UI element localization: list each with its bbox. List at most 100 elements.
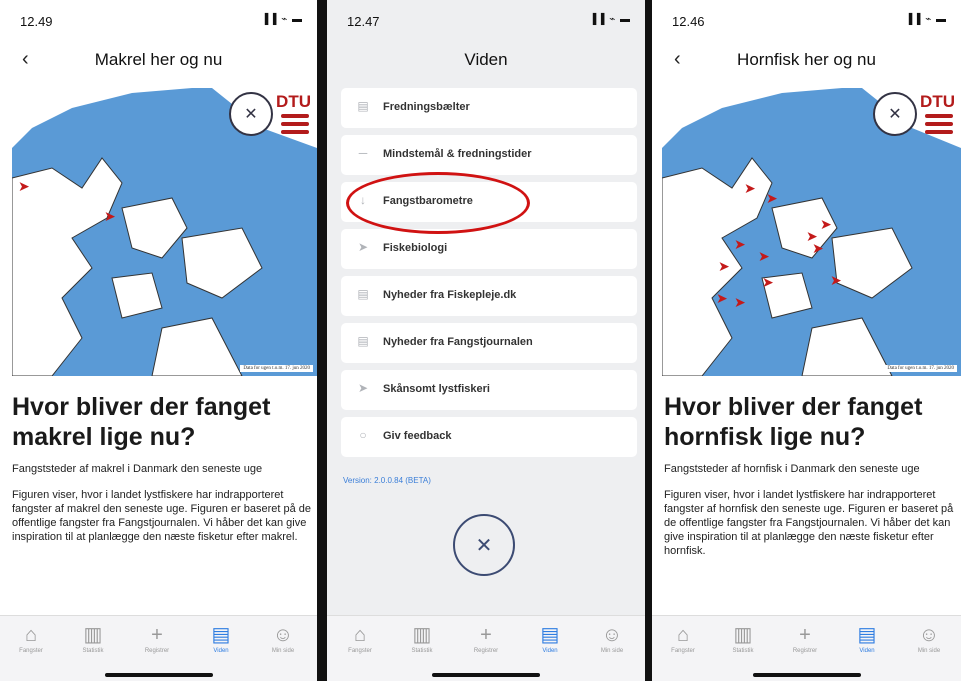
home-indicator <box>104 673 213 677</box>
denmark-map <box>12 88 317 376</box>
tab-statistik[interactable]: ▥ Statistik <box>397 622 447 654</box>
menu-item-mindstemaal[interactable]: ─ Mindstemål & fredningstider <box>341 135 637 175</box>
menu-item-fredningsbaelter[interactable]: ▤ Fredningsbælter <box>341 88 637 128</box>
tab-min-side[interactable]: ☺ Min side <box>587 622 637 654</box>
tab-fangster[interactable]: ⌂ Fangster <box>6 622 56 654</box>
tab-label: Statistik <box>411 648 433 654</box>
knowledge-menu: ▤ Fredningsbælter ─ Mindstemål & frednings… <box>341 88 637 464</box>
tab-label: Registrer <box>473 648 499 654</box>
menu-item-fiskepleje[interactable]: ▤ Nyheder fra Fiskepleje.dk <box>341 276 637 316</box>
nav-bar: Viden <box>327 40 645 80</box>
page-title: Viden <box>464 50 508 69</box>
tab-bar: ⌂ Fangster ▥ Statistik + Registrer ▤ Viden ☺… <box>327 615 645 681</box>
menu-item-label: Fiskebiologi <box>383 242 448 254</box>
headline: Hvor bliver der fanget makrel lige nu? <box>12 393 271 451</box>
highlight-annotation <box>346 172 530 234</box>
home-indicator <box>432 673 540 677</box>
fish-marker-icon: ➤ <box>734 236 746 252</box>
fangstjournalen-logo-icon: ✕ <box>453 514 515 576</box>
menu-item-feedback[interactable]: ○ Giv feedback <box>341 417 637 457</box>
headline: Hvor bliver der fanget hornfisk lige nu? <box>664 393 923 451</box>
screen-makrel: 12.49 ▐▐ ⌁ ▬ ‹ Makrel her og nu ✕ DTU ➤ … <box>0 0 317 681</box>
menu-item-label: Giv feedback <box>383 430 452 442</box>
book-icon: ▤ <box>211 624 231 646</box>
status-bar: 12.49 ▐▐ ⌁ ▬ <box>0 0 317 36</box>
signal-icon: ▐▐ ⌁ ▬ <box>261 14 303 25</box>
tab-registrer[interactable]: + Registrer <box>780 622 830 654</box>
tab-bar: ⌂ Fangster ▥ Statistik + Registrer ▤ Viden ☺… <box>0 615 317 681</box>
book-icon: ▤ <box>357 287 369 301</box>
screen-hornfisk: 12.46 ▐▐ ⌁ ▬ ‹ Hornfisk her og nu ✕ DTU … <box>652 0 961 681</box>
fish-marker-icon: ➤ <box>716 290 728 306</box>
fish-marker-icon: ➤ <box>762 274 774 290</box>
dtu-logo-bars <box>925 114 953 138</box>
bar-chart-icon: ▥ <box>83 624 103 646</box>
body-text: Figuren viser, hvor i landet lystfiskere… <box>664 489 954 557</box>
fish-marker-icon: ➤ <box>734 294 746 310</box>
book-icon: ▤ <box>540 624 560 646</box>
tab-fangster[interactable]: ⌂ Fangster <box>658 622 708 654</box>
tab-label: Statistik <box>82 648 104 654</box>
tab-label: Statistik <box>732 648 754 654</box>
tab-viden[interactable]: ▤ Viden <box>196 622 246 654</box>
person-icon: ☺ <box>272 624 294 646</box>
screen-viden: 12.47 ▐▐ ⌁ ▬ Viden ▤ Fredningsbælter ─ Min… <box>327 0 645 681</box>
book-icon: ▤ <box>357 334 369 348</box>
tab-label: Registrer <box>144 648 170 654</box>
status-bar: 12.46 ▐▐ ⌁ ▬ <box>652 0 961 36</box>
tab-label: Viden <box>213 648 229 654</box>
tab-viden[interactable]: ▤ Viden <box>525 622 575 654</box>
home-icon: ⌂ <box>676 624 690 646</box>
fish-marker-icon: ➤ <box>744 180 756 196</box>
home-indicator <box>752 673 861 677</box>
tab-label: Registrer <box>792 648 818 654</box>
book-icon: ▤ <box>357 99 369 113</box>
ruler-icon: ─ <box>358 146 368 160</box>
home-icon: ⌂ <box>353 624 367 646</box>
signal-icon: ▐▐ ⌁ ▬ <box>589 14 631 25</box>
person-icon: ☺ <box>601 624 623 646</box>
menu-item-label: Skånsomt lystfiskeri <box>383 383 490 395</box>
tab-bar: ⌂ Fangster ▥ Statistik + Registrer ▤ Viden ☺… <box>652 615 961 681</box>
menu-item-label: Fredningsbælter <box>383 101 470 113</box>
fish-icon: ➤ <box>357 381 369 395</box>
menu-item-fangstjournalen[interactable]: ▤ Nyheder fra Fangstjournalen <box>341 323 637 363</box>
book-icon: ▤ <box>857 624 877 646</box>
status-bar: 12.47 ▐▐ ⌁ ▬ <box>327 0 645 36</box>
bar-chart-icon: ▥ <box>412 624 432 646</box>
plus-icon: + <box>799 624 811 646</box>
tab-viden[interactable]: ▤ Viden <box>842 622 892 654</box>
tab-min-side[interactable]: ☺ Min side <box>904 622 954 654</box>
menu-item-fiskebiologi[interactable]: ➤ Fiskebiologi <box>341 229 637 269</box>
map-caption: Data for ugen t.o.m. 17. jun 2020 <box>240 365 313 372</box>
fish-marker-icon: ➤ <box>104 208 116 224</box>
menu-item-label: Nyheder fra Fangstjournalen <box>383 336 533 348</box>
tab-min-side[interactable]: ☺ Min side <box>258 622 308 654</box>
menu-item-skaansomt[interactable]: ➤ Skånsomt lystfiskeri <box>341 370 637 410</box>
body-text: Figuren viser, hvor i landet lystfiskere… <box>12 489 312 543</box>
dtu-logo: DTU <box>920 92 955 111</box>
status-time: 12.49 <box>20 14 53 29</box>
tab-registrer[interactable]: + Registrer <box>461 622 511 654</box>
tab-statistik[interactable]: ▥ Statistik <box>718 622 768 654</box>
bar-chart-icon: ▥ <box>733 624 753 646</box>
tab-fangster[interactable]: ⌂ Fangster <box>335 622 385 654</box>
tab-label: Min side <box>917 648 941 654</box>
fish-marker-icon: ➤ <box>718 258 730 274</box>
page-title: Hornfisk her og nu <box>737 50 876 69</box>
nav-bar: ‹ Hornfisk her og nu <box>652 40 961 80</box>
home-icon: ⌂ <box>24 624 38 646</box>
tab-statistik[interactable]: ▥ Statistik <box>68 622 118 654</box>
chat-icon: ○ <box>359 428 367 442</box>
map-caption: Data for ugen t.o.m. 17. jun 2020 <box>884 365 957 372</box>
tab-label: Fangster <box>348 648 372 654</box>
fish-marker-icon: ➤ <box>758 248 770 264</box>
tab-label: Viden <box>542 648 558 654</box>
tab-registrer[interactable]: + Registrer <box>132 622 182 654</box>
tab-label: Min side <box>600 648 624 654</box>
subtitle: Fangststeder af makrel i Danmark den sen… <box>12 463 263 475</box>
fish-marker-icon: ➤ <box>766 190 778 206</box>
fish-marker-icon: ➤ <box>830 272 842 288</box>
catch-map: ✕ DTU ➤ ➤ Data for ugen t.o.m. 17. jun 2… <box>12 88 317 376</box>
menu-item-label: Nyheder fra Fiskepleje.dk <box>383 289 517 301</box>
